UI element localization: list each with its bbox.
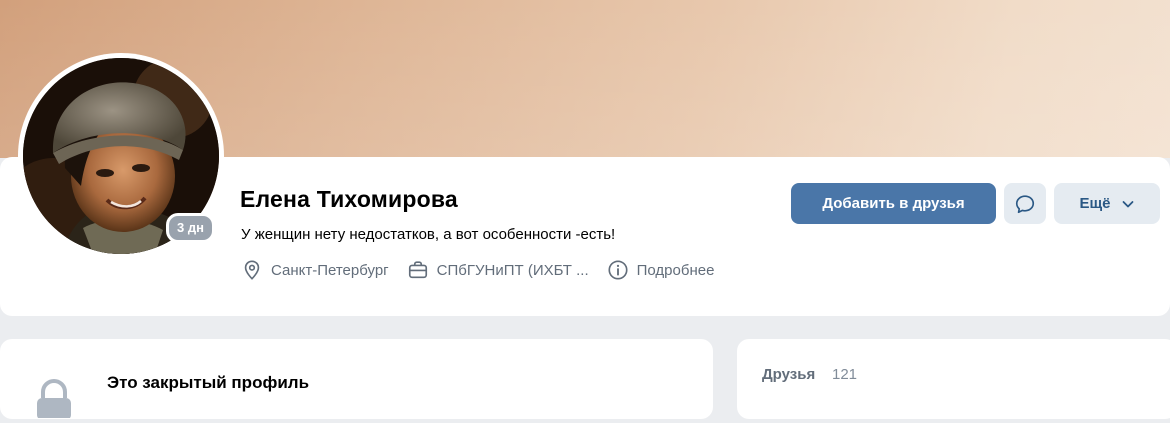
chevron-down-icon [1122,200,1133,207]
info-icon [608,260,628,280]
info-education-label: СПбГУНиПТ (ИХБТ ... [436,261,589,279]
last-seen-badge: 3 дн [166,213,215,243]
briefcase-icon [408,261,427,279]
more-actions-label: Ещё [1079,195,1111,212]
info-city-label: Санкт-Петербург [271,261,389,279]
message-bubble-icon [1015,194,1035,213]
info-city[interactable]: Санкт-Петербург [241,259,389,281]
friends-count: 121 [832,366,858,383]
info-more-label: Подробнее [636,261,715,279]
profile-name: Елена Тихомирова [240,186,458,212]
info-education[interactable]: СПбГУНиПТ (ИХБТ ... [407,259,589,281]
add-friend-button[interactable]: Добавить в друзья [791,183,996,224]
info-more-link[interactable]: Подробнее [607,259,715,281]
profile-info-row: Санкт-Петербург СПбГУНиПТ (ИХБТ ... Подр… [241,258,732,282]
location-pin-icon [244,260,260,280]
more-actions-button[interactable]: Ещё [1054,183,1160,224]
closed-profile-title: Это закрытый профиль [107,373,310,392]
message-button[interactable] [1004,183,1046,224]
friends-label[interactable]: Друзья [762,366,815,383]
profile-status: У женщин нету недостатков, а вот особенн… [241,226,616,243]
